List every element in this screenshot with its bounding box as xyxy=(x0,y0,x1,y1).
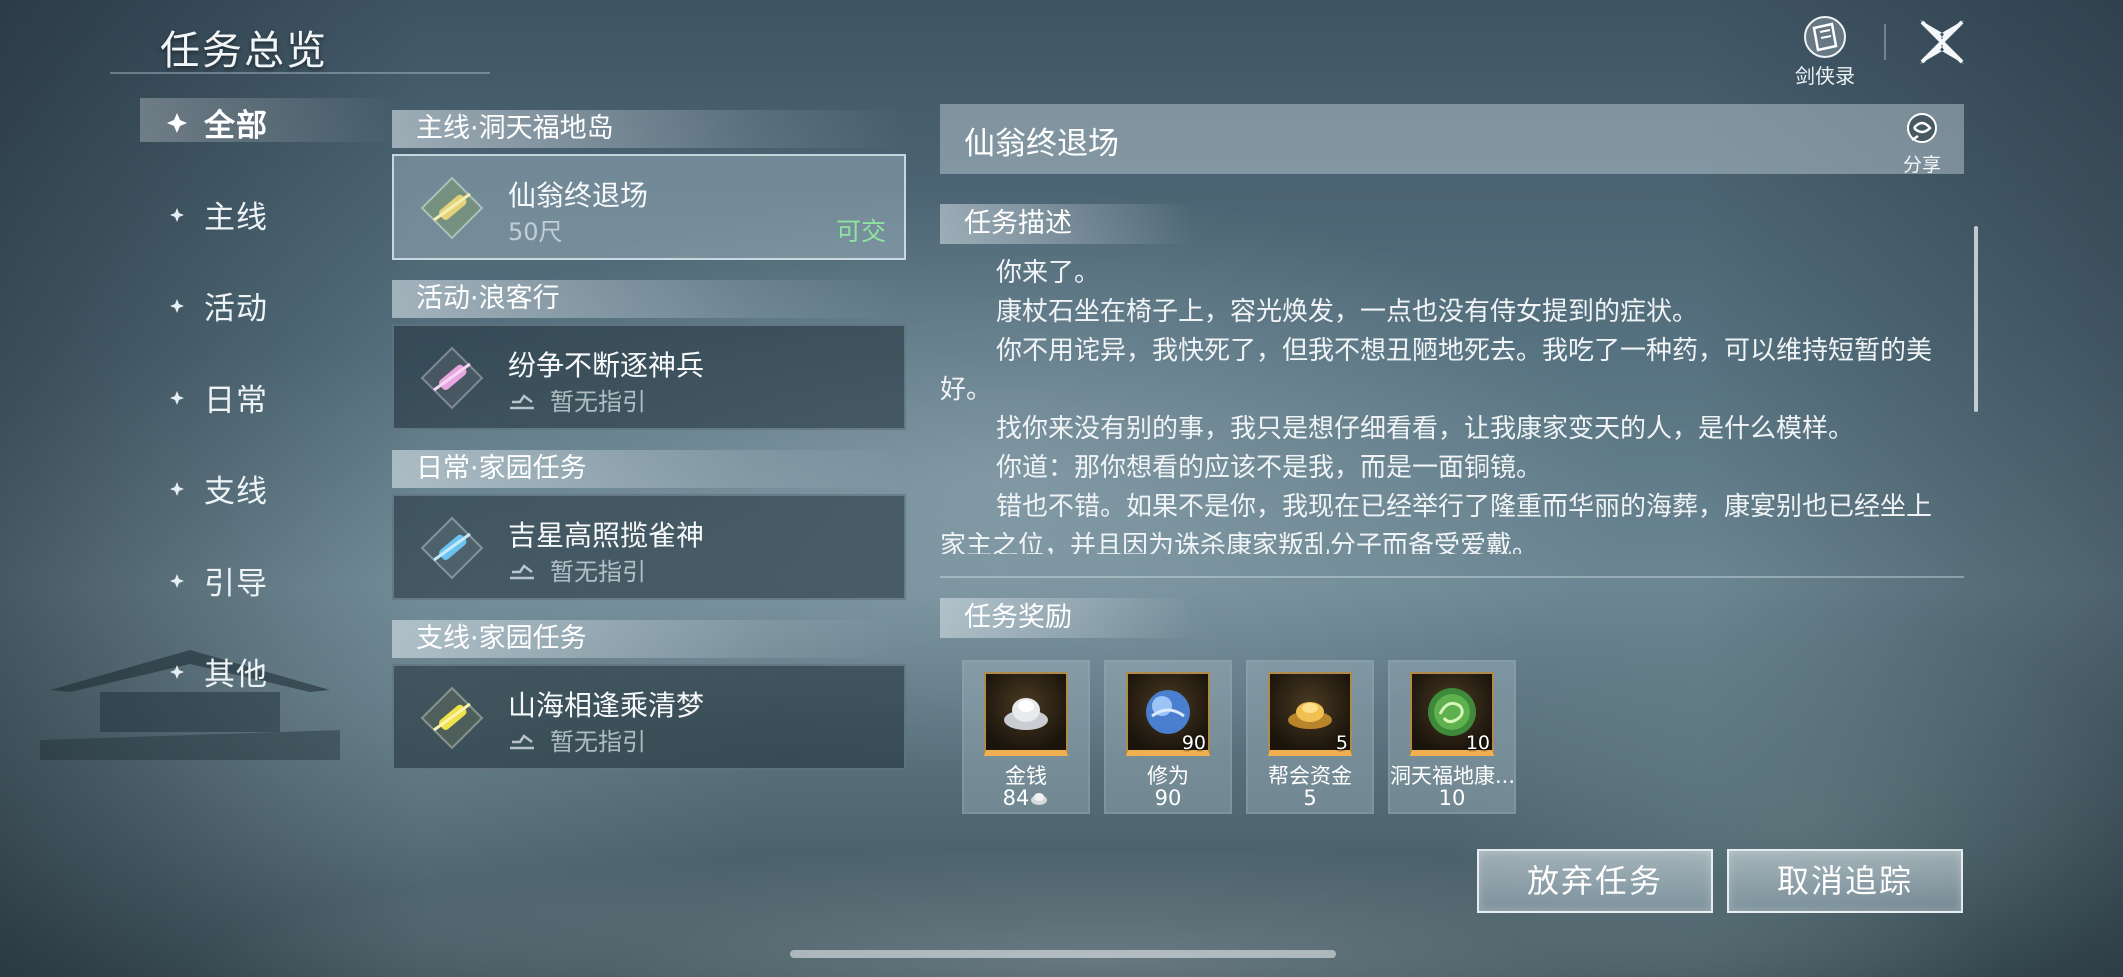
category-label: 其他 xyxy=(204,657,268,693)
reward-item[interactable]: 90 修为 90 xyxy=(1104,660,1232,814)
no-guide-icon xyxy=(510,394,534,410)
header-divider xyxy=(1884,24,1886,60)
reward-amount: 90 xyxy=(1154,786,1182,810)
reward-amount-value: 84 xyxy=(1002,786,1030,810)
quest-guide-text: 暂无指引 xyxy=(550,388,646,416)
quest-state-ready: 可交 xyxy=(835,217,886,246)
star-bullet-icon xyxy=(170,207,184,222)
quest-scroll-icon xyxy=(420,346,484,410)
category-daily[interactable]: 日常 xyxy=(150,371,390,463)
category-main[interactable]: 主线 xyxy=(150,188,390,280)
share-button[interactable]: 分享 xyxy=(1894,112,1950,176)
category-label: 主线 xyxy=(204,199,268,236)
reward-amount: 10 xyxy=(1438,786,1466,810)
description-paragraph: 你来了。 xyxy=(996,258,1101,288)
description-paragraph: 找你来没有别的事，我只是想仔细看看，让我康家变天的人，是什么模样。 xyxy=(996,414,1855,444)
star-bullet-icon xyxy=(170,482,184,496)
category-other[interactable]: 其他 xyxy=(150,645,390,737)
section-divider xyxy=(940,576,1964,578)
share-label: 分享 xyxy=(1902,154,1941,176)
quest-item[interactable]: 仙翁终退场 50尺 可交 xyxy=(392,154,906,260)
quest-guide: 暂无指引 xyxy=(508,552,646,587)
home-indicator[interactable] xyxy=(790,950,1336,958)
quest-group-header: 日常·家园任务 xyxy=(392,450,906,488)
reward-item[interactable]: 5 帮会资金 5 xyxy=(1246,660,1374,814)
reward-item[interactable]: 10 洞天福地康... 10 xyxy=(1388,660,1516,814)
description-paragraph: 康杖石坐在椅子上，容光焕发，一点也没有侍女提到的症状。 xyxy=(996,297,1699,327)
quest-group-header: 主线·洞天福地岛 xyxy=(392,110,906,148)
category-all[interactable]: 全部 xyxy=(140,96,400,188)
quest-guide-text: 暂无指引 xyxy=(550,558,646,586)
quest-detail-title: 仙翁终退场 xyxy=(964,126,1119,162)
star-bullet-icon xyxy=(170,665,184,679)
clover-icon xyxy=(167,113,187,133)
codex-button[interactable]: 剑侠录 xyxy=(1790,14,1860,88)
title-bar: 任务总览 xyxy=(110,12,490,74)
reward-quantity: 5 xyxy=(1335,732,1348,754)
quest-name: 山海相逢乘清梦 xyxy=(508,689,705,722)
untrack-quest-button[interactable]: 取消追踪 xyxy=(1727,849,1963,913)
reward-quantity: 10 xyxy=(1465,732,1490,754)
description-paragraph: 错也不错。如果不是你，我现在已经举行了隆重而华丽的海葬，康宴别也已经坐上家主之位… xyxy=(940,492,1933,554)
category-activity[interactable]: 活动 xyxy=(150,279,390,371)
star-bullet-icon xyxy=(170,390,184,405)
quest-name: 纷争不断逐神兵 xyxy=(508,349,705,382)
quest-name: 吉星高照揽雀神 xyxy=(508,519,705,552)
reward-slot xyxy=(984,672,1068,756)
codex-book-icon xyxy=(1804,16,1846,58)
category-list: 全部 主线 活动 日常 支线 引导 其他 xyxy=(140,96,400,737)
silver-coin-icon xyxy=(1031,793,1048,805)
quest-detail-header: 仙翁终退场 分享 xyxy=(940,104,1964,176)
quest-scroll-icon xyxy=(420,516,484,580)
quest-guide: 暂无指引 xyxy=(508,722,646,757)
description-scrollbar[interactable] xyxy=(1974,226,1978,412)
description-section-header: 任务描述 xyxy=(940,204,1194,244)
close-icon[interactable] xyxy=(1914,14,1970,70)
quest-group-header: 活动·浪客行 xyxy=(392,280,906,318)
share-chat-icon xyxy=(1907,113,1937,143)
quest-list: 主线·洞天福地岛 仙翁终退场 50尺 可交 活动·浪客行 纷争不断逐神兵 暂无指… xyxy=(392,110,906,790)
quest-scroll-icon xyxy=(420,686,484,750)
category-label: 全部 xyxy=(204,108,268,144)
reward-item[interactable]: 金钱 84 xyxy=(962,660,1090,814)
quest-item[interactable]: 纷争不断逐神兵 暂无指引 xyxy=(392,324,906,430)
reward-amount: 84 xyxy=(964,786,1088,810)
reward-amount: 5 xyxy=(1303,786,1317,810)
category-label: 日常 xyxy=(204,382,268,419)
quest-item[interactable]: 山海相逢乘清梦 暂无指引 xyxy=(392,664,906,770)
no-guide-icon xyxy=(510,734,534,750)
reward-quantity: 90 xyxy=(1181,732,1206,754)
category-guide[interactable]: 引导 xyxy=(150,554,390,646)
codex-label: 剑侠录 xyxy=(1795,64,1855,88)
description-paragraph: 你不用诧异，我快死了，但我不想丑陋地死去。我吃了一种药，可以维持短暂的美好。 xyxy=(940,336,1933,405)
category-side[interactable]: 支线 xyxy=(150,462,390,554)
quest-group-header: 支线·家园任务 xyxy=(392,620,906,658)
gold-ingot-icon xyxy=(1288,702,1332,729)
silver-ingot-icon xyxy=(1004,698,1048,730)
category-label: 支线 xyxy=(204,474,268,510)
abandon-quest-button[interactable]: 放弃任务 xyxy=(1477,849,1713,913)
quest-guide: 暂无指引 xyxy=(508,382,646,417)
category-label: 引导 xyxy=(204,565,268,602)
page-title: 任务总览 xyxy=(160,28,328,74)
category-label: 活动 xyxy=(204,291,268,327)
reward-section-header: 任务奖励 xyxy=(940,598,1194,638)
no-guide-icon xyxy=(510,564,534,580)
quest-distance: 50尺 xyxy=(508,218,563,246)
quest-description: 你来了。 康杖石坐在椅子上，容光焕发，一点也没有侍女提到的症状。 你不用诧异，我… xyxy=(940,254,1954,554)
star-bullet-icon xyxy=(170,299,184,313)
description-scroll-area[interactable]: 你来了。 康杖石坐在椅子上，容光焕发，一点也没有侍女提到的症状。 你不用诧异，我… xyxy=(940,254,1954,554)
quest-name: 仙翁终退场 xyxy=(508,179,649,212)
quest-guide-text: 暂无指引 xyxy=(550,728,646,756)
quest-item[interactable]: 吉星高照揽雀神 暂无指引 xyxy=(392,494,906,600)
star-bullet-icon xyxy=(170,573,184,588)
description-paragraph: 你道：那你想看的应该不是我，而是一面铜镜。 xyxy=(996,453,1543,483)
quest-scroll-icon xyxy=(420,176,484,240)
